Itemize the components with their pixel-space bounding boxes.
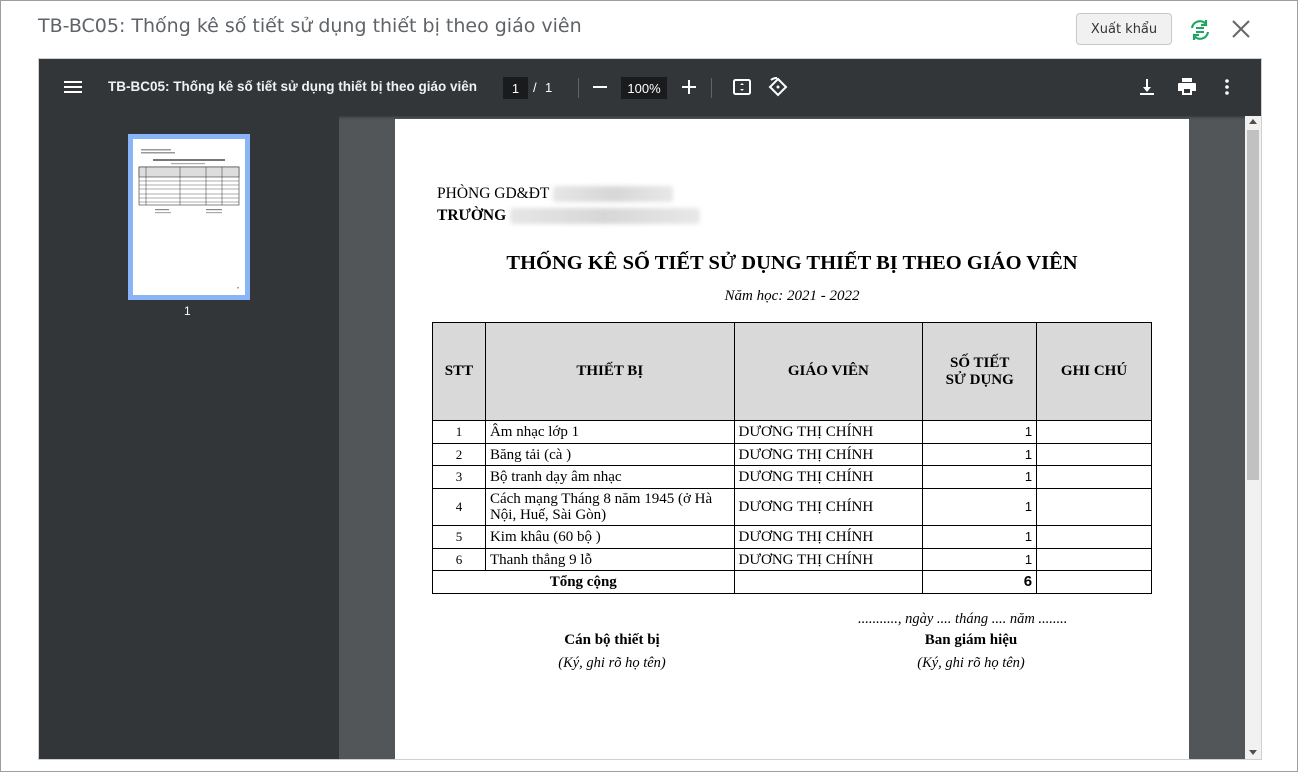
rotate-icon[interactable] (766, 75, 790, 99)
cell-teacher: DƯƠNG THỊ CHÍNH (733, 548, 924, 571)
cell-periods: 1 (922, 548, 1038, 571)
table-row: 4 Cách mạng Tháng 8 năm 1945 (ở Hà Nội, … (432, 488, 1152, 526)
cell-stt: 3 (432, 465, 486, 489)
zoom-in-icon[interactable] (677, 75, 701, 99)
table-row: 3 Bộ tranh dạy âm nhạc DƯƠNG THỊ CHÍNH 1 (432, 465, 1152, 489)
dialog-title: TB-BC05: Thống kê số tiết sử dụng thiết … (38, 15, 582, 37)
total-label: Tổng cộng (432, 570, 735, 594)
download-icon[interactable] (1135, 75, 1159, 99)
cell-note (1036, 525, 1152, 549)
cell-stt: 6 (432, 548, 486, 571)
pdf-page: PHÒNG GD&ĐT TRƯỜNG THỐNG KÊ SỐ TIẾT SỬ D… (395, 119, 1189, 759)
signature-left-note: (Ký, ghi rõ họ tên) (558, 655, 666, 671)
table-row: 5 Kim khâu (60 bộ ) DƯƠNG THỊ CHÍNH 1 (432, 525, 1152, 549)
scroll-down-arrow-icon[interactable] (1249, 750, 1257, 755)
cell-note (1036, 420, 1152, 444)
redacted-text (510, 208, 701, 225)
pdf-title: TB-BC05: Thống kê số tiết sử dụng thiết … (108, 79, 478, 94)
header-stt: STT (432, 322, 486, 421)
page-separator: / (533, 80, 537, 95)
signature-right-note: (Ký, ghi rõ họ tên) (917, 655, 1025, 671)
cell-teacher: DƯƠNG THỊ CHÍNH (733, 488, 924, 526)
cell-periods: 1 (922, 465, 1038, 489)
page-total: 1 (545, 80, 553, 95)
zoom-input[interactable]: 100% (621, 77, 667, 99)
signature-right-title: Ban giám hiệu (924, 632, 1018, 648)
thumbnail-page-number: 1 (184, 304, 191, 318)
cell-device: Thanh thẳng 9 lỗ (484, 548, 735, 571)
table-row: 2 Băng tải (cà ) DƯƠNG THỊ CHÍNH 1 (432, 443, 1152, 466)
report-title: THỐNG KÊ SỐ TIẾT SỬ DỤNG THIẾT BỊ THEO G… (506, 252, 1078, 274)
more-vert-icon[interactable] (1215, 75, 1239, 99)
org-line-department-text: PHÒNG GD&ĐT (437, 185, 550, 202)
page-number-input[interactable]: 1 (503, 77, 528, 99)
cell-device: Cách mạng Tháng 8 năm 1945 (ở Hà Nội, Hu… (484, 488, 735, 526)
cell-stt: 1 (432, 420, 486, 444)
fit-page-icon[interactable] (730, 75, 754, 99)
org-line-school: TRƯỜNG (437, 207, 701, 225)
scroll-up-arrow-icon[interactable] (1249, 119, 1257, 124)
cell-stt: 5 (432, 525, 486, 549)
cell-device: Âm nhạc lớp 1 (484, 420, 735, 444)
report-table: STT THIẾT BỊ GIÁO VIÊN SỐ TIẾT SỬ DỤNG G… (432, 322, 1152, 594)
cell-teacher: DƯƠNG THỊ CHÍNH (733, 443, 924, 466)
cell-device: Bộ tranh dạy âm nhạc (484, 465, 735, 489)
table-header-row: STT THIẾT BỊ GIÁO VIÊN SỐ TIẾT SỬ DỤNG G… (432, 322, 1152, 421)
export-button[interactable]: Xuất khẩu (1076, 13, 1172, 45)
cell-note (1036, 488, 1152, 526)
cell-note (1036, 548, 1152, 571)
cell-periods: 1 (922, 420, 1038, 444)
cell-stt: 2 (432, 443, 486, 466)
sync-icon[interactable] (1187, 17, 1213, 43)
total-value: 6 (922, 570, 1038, 594)
cell-periods: 1 (922, 525, 1038, 549)
thumbnail-sidebar: 1 (39, 116, 339, 759)
total-teacher-cell (733, 570, 924, 594)
header-periods: SỐ TIẾT SỬ DỤNG (922, 322, 1038, 421)
cell-teacher: DƯƠNG THỊ CHÍNH (733, 525, 924, 549)
toolbar-divider (578, 78, 579, 98)
cell-stt: 4 (432, 488, 486, 526)
total-row: Tổng cộng 6 (432, 570, 1152, 594)
thumbnail-preview (138, 149, 240, 289)
cell-note (1036, 465, 1152, 489)
header-device: THIẾT BỊ (484, 322, 735, 421)
header-periods-line2: SỬ DỤNG (945, 371, 1014, 388)
table-row: 1 Âm nhạc lớp 1 DƯƠNG THỊ CHÍNH 1 (432, 420, 1152, 444)
total-note-cell (1036, 570, 1152, 594)
vertical-scrollbar[interactable] (1245, 116, 1261, 759)
header-periods-line1: SỐ TIẾT (950, 354, 1010, 371)
table-row: 6 Thanh thẳng 9 lỗ DƯƠNG THỊ CHÍNH 1 (432, 548, 1152, 571)
header-note: GHI CHÚ (1036, 322, 1152, 421)
org-line-school-text: TRƯỜNG (437, 207, 507, 224)
toolbar-divider (711, 78, 712, 98)
report-dialog: TB-BC05: Thống kê số tiết sử dụng thiết … (0, 0, 1298, 772)
redacted-text (553, 186, 674, 203)
cell-device: Kim khâu (60 bộ ) (484, 525, 735, 549)
report-subtitle: Năm học: 2021 - 2022 (724, 288, 860, 304)
page-thumbnail[interactable] (128, 134, 250, 300)
header-teacher: GIÁO VIÊN (733, 322, 924, 421)
pdf-toolbar: TB-BC05: Thống kê số tiết sử dụng thiết … (39, 59, 1261, 116)
cell-note (1036, 443, 1152, 466)
menu-icon[interactable] (61, 75, 85, 99)
scrollbar-thumb[interactable] (1247, 130, 1259, 480)
zoom-out-icon[interactable] (588, 75, 612, 99)
cell-periods: 1 (922, 443, 1038, 466)
signature-left-title: Cán bộ thiết bị (564, 632, 660, 648)
pdf-viewer: TB-BC05: Thống kê số tiết sử dụng thiết … (38, 58, 1262, 760)
cell-teacher: DƯƠNG THỊ CHÍNH (733, 465, 924, 489)
print-icon[interactable] (1175, 75, 1199, 99)
org-line-department: PHÒNG GD&ĐT (437, 185, 674, 203)
date-line: ..........., ngày .... tháng .... năm ..… (858, 611, 1068, 627)
close-icon[interactable] (1231, 19, 1251, 39)
cell-periods: 1 (922, 488, 1038, 526)
cell-device: Băng tải (cà ) (484, 443, 735, 466)
cell-teacher: DƯƠNG THỊ CHÍNH (733, 420, 924, 444)
